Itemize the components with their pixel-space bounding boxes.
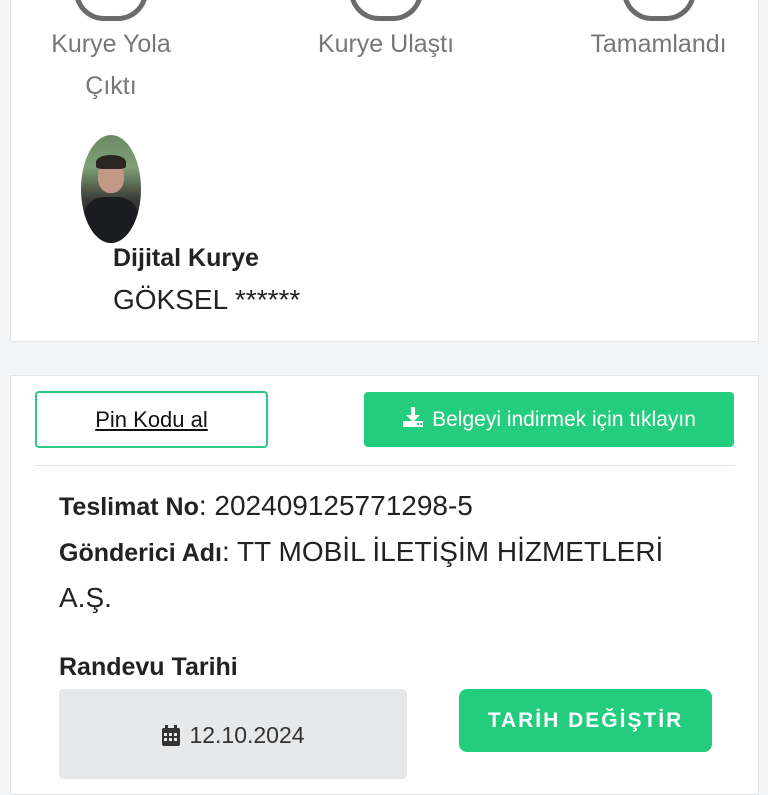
courier-name: GÖKSEL ****** xyxy=(113,284,301,315)
sender-name-value: : TT MOBİL İLETİŞİM HİZMETLERİ xyxy=(221,536,664,567)
get-pin-code-button[interactable]: Pin Kodu al xyxy=(35,391,268,448)
step-label: Kurye Yola Çıktı xyxy=(51,30,171,100)
delivery-number-label: Teslimat No xyxy=(59,493,199,521)
appointment-date-field: 12.10.2024 xyxy=(59,689,407,779)
delivery-number-row: Teslimat No: 202409125771298-5 xyxy=(59,483,473,530)
download-button-label: Belgeyi indirmek için tıklayın xyxy=(432,407,696,431)
step-label: Tamamlandı xyxy=(590,30,727,58)
step-indicator-circle xyxy=(349,0,423,21)
appointment-date-label: Randevu Tarihi xyxy=(59,653,238,681)
courier-role: Dijital Kurye xyxy=(113,244,259,272)
delivery-details-card: Pin Kodu al Belgeyi indirmek için tıklay… xyxy=(10,375,759,795)
sender-name-row: Gönderici Adı: TT MOBİL İLETİŞİM HİZMETL… xyxy=(59,529,663,576)
delivery-number-value: : 202409125771298-5 xyxy=(198,490,473,521)
change-date-button[interactable]: TARİH DEĞİŞTİR xyxy=(459,689,712,752)
sender-name-label: Gönderici Adı xyxy=(59,539,222,567)
courier-avatar xyxy=(81,135,141,243)
download-icon xyxy=(402,406,424,434)
step-label: Kurye Ulaştı xyxy=(317,30,455,58)
step-indicator-circle xyxy=(622,0,696,21)
step-indicator-circle xyxy=(74,0,148,21)
calendar-icon xyxy=(161,722,181,753)
section-divider xyxy=(35,465,735,466)
download-document-button[interactable]: Belgeyi indirmek için tıklayın xyxy=(364,392,734,447)
appointment-date-value: 12.10.2024 xyxy=(189,722,305,748)
sender-name-value-continued: A.Ş. xyxy=(59,582,112,613)
